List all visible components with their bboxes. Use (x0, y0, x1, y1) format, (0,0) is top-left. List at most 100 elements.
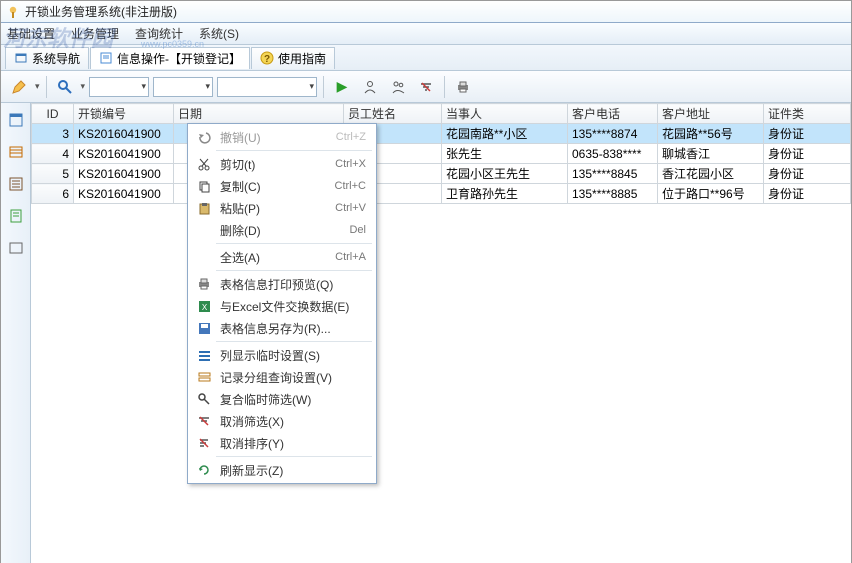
filter-op[interactable]: ▾ (153, 77, 213, 97)
table-row[interactable]: 5KS2016041900*花园小区王先生135****8845香江花园小区身份… (32, 164, 851, 184)
cell[interactable]: 135****8885 (568, 184, 658, 204)
menu-system[interactable]: 系统(S) (197, 23, 241, 44)
col-id[interactable]: ID (32, 104, 74, 124)
context-item[interactable]: 复制(C)Ctrl+C (190, 175, 374, 197)
app-icon (5, 4, 21, 20)
cell[interactable]: 花园小区王先生 (442, 164, 568, 184)
context-separator (216, 150, 372, 151)
context-label: 记录分组查询设置(V) (220, 369, 360, 386)
context-item[interactable]: 表格信息另存为(R)... (190, 317, 374, 339)
search-button[interactable] (53, 75, 77, 99)
context-item[interactable]: 删除(D)Del (190, 219, 374, 241)
cell[interactable]: 身份证 (764, 124, 851, 144)
context-item[interactable]: 粘贴(P)Ctrl+V (190, 197, 374, 219)
sidebar-icon-4[interactable] (7, 207, 25, 225)
unsort-icon (194, 433, 214, 453)
col-no[interactable]: 开锁编号 (74, 104, 174, 124)
context-label: 粘贴(P) (220, 200, 329, 217)
col-date[interactable]: 日期 (174, 104, 344, 124)
table-row[interactable]: 4KS2016041900*张先生0635-838****聊城香江身份证 (32, 144, 851, 164)
cell[interactable]: 3 (32, 124, 74, 144)
cell[interactable]: 位于路口**96号 (658, 184, 764, 204)
context-item[interactable]: 表格信息打印预览(Q) (190, 273, 374, 295)
sidebar-icon-2[interactable] (7, 143, 25, 161)
tab-guide[interactable]: ? 使用指南 (251, 47, 335, 69)
print-icon (194, 274, 214, 294)
context-item[interactable]: 取消排序(Y) (190, 432, 374, 454)
toolbar: ▾ ▾ ▾ ▾ ▾ ▶ (1, 71, 851, 103)
blank-icon (194, 247, 214, 267)
context-shortcut: Ctrl+Z (336, 131, 370, 143)
edit-button[interactable] (7, 75, 31, 99)
excel-icon: X (194, 296, 214, 316)
sidebar-icon-5[interactable] (7, 239, 25, 257)
tab-unlock-register[interactable]: 信息操作-【开锁登记】 (90, 47, 250, 69)
cell[interactable]: KS2016041900 (74, 164, 174, 184)
context-item[interactable]: 复合临时筛选(W) (190, 388, 374, 410)
run-button[interactable]: ▶ (330, 75, 354, 99)
cell[interactable]: 花园路**56号 (658, 124, 764, 144)
menu-basic[interactable]: 基础设置 (5, 23, 57, 44)
context-menu[interactable]: 撤销(U)Ctrl+Z剪切(t)Ctrl+X复制(C)Ctrl+C粘贴(P)Ct… (187, 123, 377, 484)
tab-nav[interactable]: 系统导航 (5, 47, 89, 69)
cell[interactable]: 135****8874 (568, 124, 658, 144)
context-label: 表格信息另存为(R)... (220, 320, 360, 337)
context-item[interactable]: 刷新显示(Z) (190, 459, 374, 481)
context-item[interactable]: 列显示临时设置(S) (190, 344, 374, 366)
cell[interactable]: 5 (32, 164, 74, 184)
cell[interactable]: 身份证 (764, 184, 851, 204)
sidebar-icon-1[interactable] (7, 111, 25, 129)
table-row[interactable]: 6KS2016041900*卫育路孙先生135****8885位于路口**96号… (32, 184, 851, 204)
filter-icon (194, 389, 214, 409)
context-item[interactable]: X与Excel文件交换数据(E) (190, 295, 374, 317)
cell[interactable]: 身份证 (764, 144, 851, 164)
cell[interactable]: 6 (32, 184, 74, 204)
cell[interactable]: 卫育路孙先生 (442, 184, 568, 204)
person1-button[interactable] (358, 75, 382, 99)
context-label: 表格信息打印预览(Q) (220, 276, 360, 293)
data-grid[interactable]: ID 开锁编号 日期 员工姓名 当事人 客户电话 客户地址 证件类 3KS201… (31, 103, 851, 563)
cell[interactable]: 135****8845 (568, 164, 658, 184)
nav-icon (14, 51, 28, 65)
sidebar-icon-3[interactable] (7, 175, 25, 193)
cell[interactable]: 0635-838**** (568, 144, 658, 164)
filter-field-1[interactable]: ▾ (89, 77, 149, 97)
filter-value[interactable]: ▾ (217, 77, 317, 97)
refresh-icon (194, 460, 214, 480)
col-phone[interactable]: 客户电话 (568, 104, 658, 124)
cell[interactable]: 张先生 (442, 144, 568, 164)
person2-button[interactable] (386, 75, 410, 99)
cell[interactable]: 身份证 (764, 164, 851, 184)
blank-icon (194, 220, 214, 240)
table-row[interactable]: 3KS2016041900*花园南路**小区135****8874花园路**56… (32, 124, 851, 144)
cell[interactable]: 香江花园小区 (658, 164, 764, 184)
unfilter-icon (194, 411, 214, 431)
col-addr[interactable]: 客户地址 (658, 104, 764, 124)
col-emp[interactable]: 员工姓名 (344, 104, 442, 124)
cell[interactable]: 4 (32, 144, 74, 164)
context-item[interactable]: 剪切(t) Ctrl+X (190, 153, 374, 175)
undo-icon (194, 127, 214, 147)
cell[interactable]: KS2016041900 (74, 184, 174, 204)
cut-icon (194, 154, 214, 174)
cell[interactable]: 聊城香江 (658, 144, 764, 164)
context-shortcut: Ctrl+X (335, 158, 370, 170)
context-separator (216, 243, 372, 244)
context-item[interactable]: 记录分组查询设置(V) (190, 366, 374, 388)
cell[interactable]: 花园南路**小区 (442, 124, 568, 144)
context-label: 剪切(t) (220, 156, 329, 173)
cancel-filter-button[interactable] (414, 75, 438, 99)
svg-text:X: X (202, 303, 208, 312)
menu-business[interactable]: 业务管理 (69, 23, 121, 44)
cell[interactable]: KS2016041900 (74, 124, 174, 144)
cell[interactable]: KS2016041900 (74, 144, 174, 164)
tab-label: 使用指南 (278, 50, 326, 67)
context-item[interactable]: 取消筛选(X) (190, 410, 374, 432)
col-cert[interactable]: 证件类 (764, 104, 851, 124)
col-owner[interactable]: 当事人 (442, 104, 568, 124)
menu-bar: 基础设置 业务管理 查询统计 系统(S) (1, 23, 851, 45)
title-bar: 开锁业务管理系统(非注册版) (1, 1, 851, 23)
context-item[interactable]: 全选(A)Ctrl+A (190, 246, 374, 268)
print-button[interactable] (451, 75, 475, 99)
menu-query[interactable]: 查询统计 (133, 23, 185, 44)
